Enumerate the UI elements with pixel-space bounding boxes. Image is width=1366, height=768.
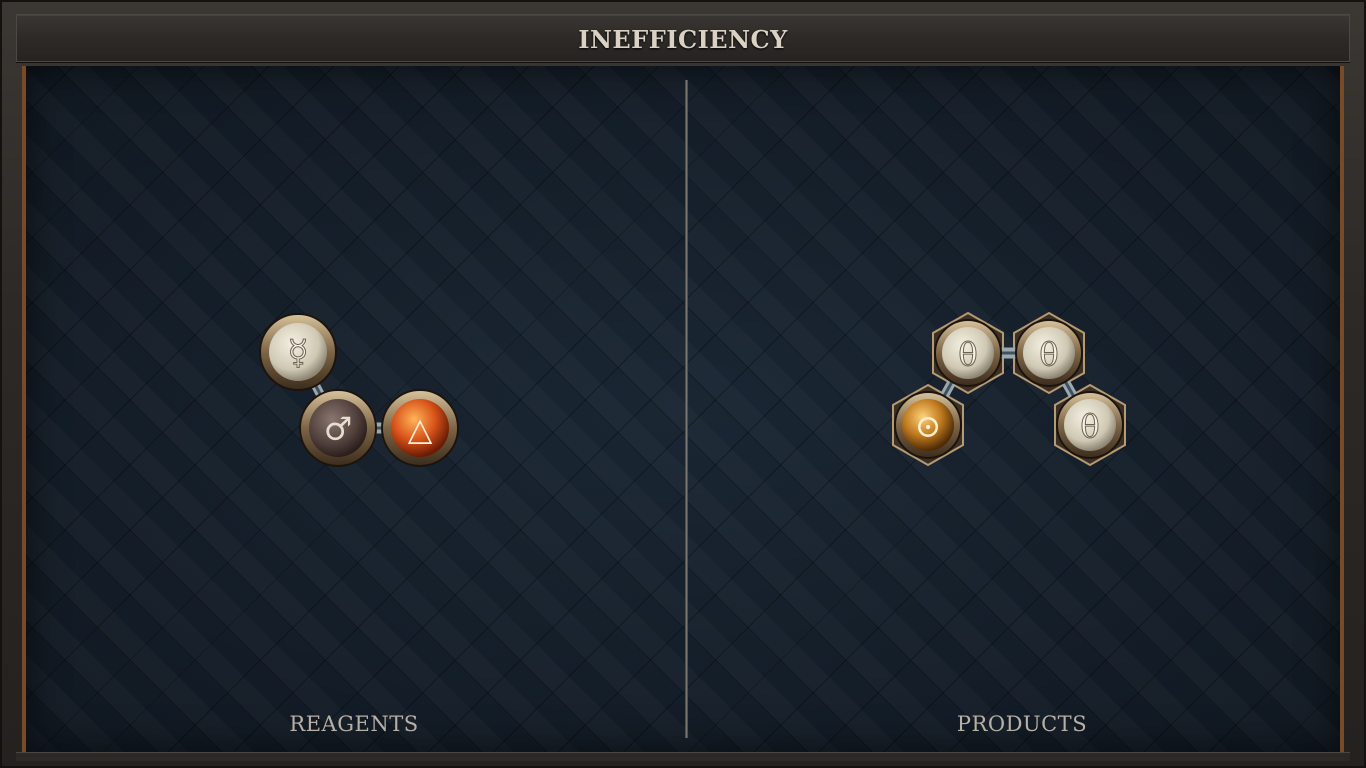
bottom-frame-edge [16, 752, 1350, 761]
panel-divider [685, 80, 688, 738]
title-bar: INEFFICIENCY [16, 14, 1350, 62]
puzzle-board: REAGENTS PRODUCTS [22, 66, 1344, 752]
puzzle-title: INEFFICIENCY [578, 25, 788, 54]
reagents-label: REAGENTS [289, 712, 419, 736]
products-label: PRODUCTS [956, 712, 1088, 736]
